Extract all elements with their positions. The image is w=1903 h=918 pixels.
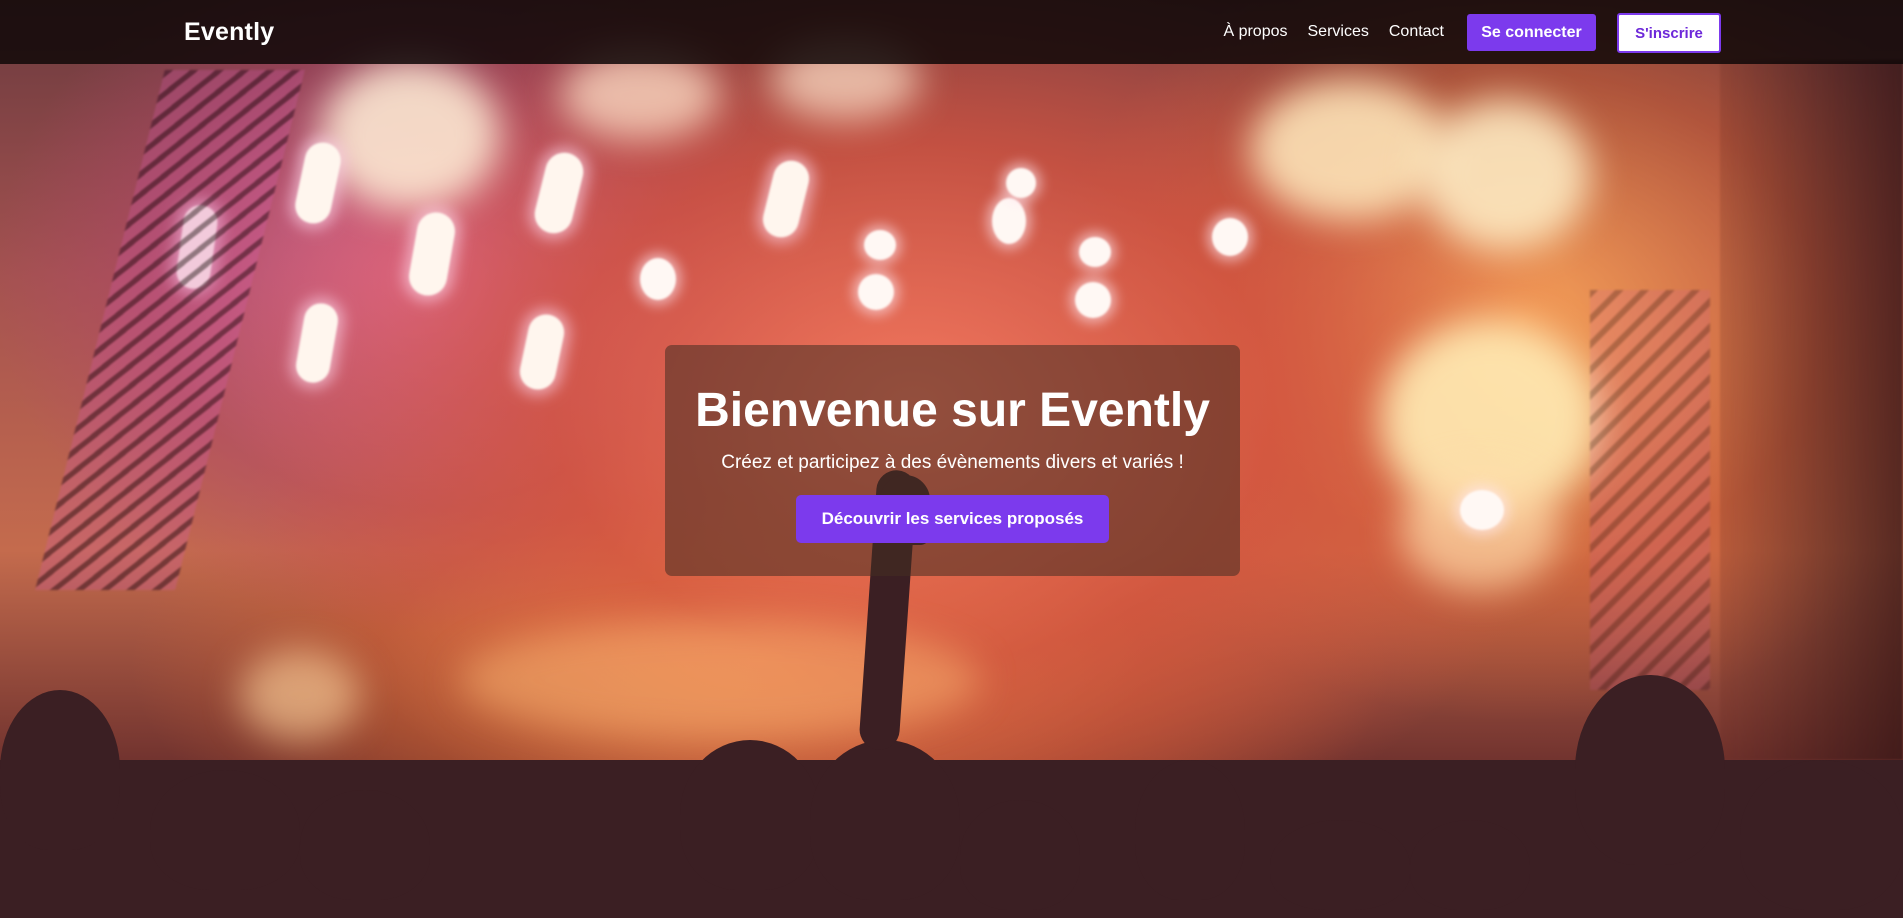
navbar: Evently À propos Services Contact Se con… [0,0,1903,64]
hero-title: Bienvenue sur Evently [695,384,1210,437]
brand-logo[interactable]: Evently [184,18,274,47]
discover-services-button[interactable]: Découvrir les services proposés [796,495,1109,543]
nav-link-about[interactable]: À propos [1223,23,1287,41]
nav-link-contact[interactable]: Contact [1389,23,1444,41]
nav-links: À propos Services Contact [1223,23,1444,41]
hero-subtitle: Créez et participez à des évènements div… [721,452,1184,473]
login-button[interactable]: Se connecter [1467,14,1596,51]
signup-button[interactable]: S'inscrire [1617,13,1721,53]
hero-card: Bienvenue sur Evently Créez et participe… [665,345,1240,576]
nav-link-services[interactable]: Services [1308,23,1369,41]
